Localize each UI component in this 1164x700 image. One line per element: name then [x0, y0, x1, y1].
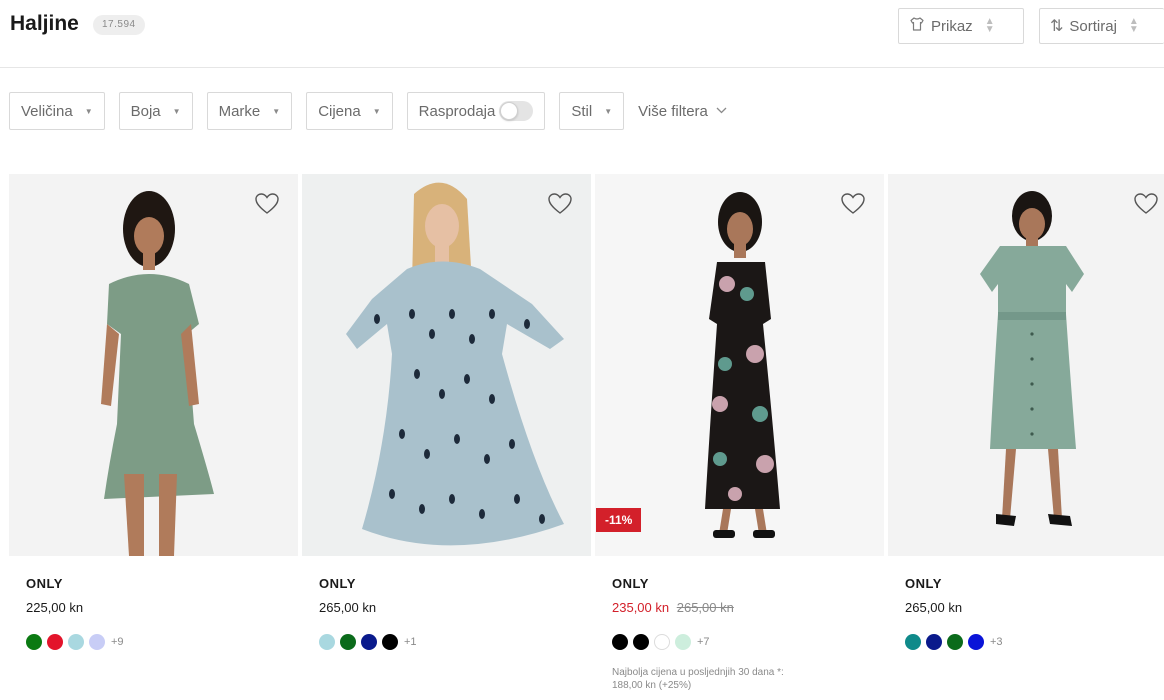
color-swatch[interactable] [947, 634, 963, 650]
color-swatch[interactable] [654, 634, 670, 650]
color-swatch[interactable] [319, 634, 335, 650]
wishlist-heart-icon[interactable] [254, 192, 280, 216]
sale-toggle[interactable] [499, 101, 534, 121]
original-price: 265,00 kn [676, 600, 734, 615]
view-button[interactable]: Prikaz ▲ ▼ [898, 8, 1024, 44]
more-colors-count[interactable]: +1 [404, 636, 417, 648]
caret-down-icon: ▼ [372, 106, 381, 116]
filter-bar: Veličina ▼ Boja ▼ Marke ▼ Cijena ▼ Raspr… [9, 92, 727, 130]
color-swatch[interactable] [905, 634, 921, 650]
product-grid: ONLY 225,00 kn +9 ONLY 265,00 kn +1 -11%… [9, 174, 1164, 700]
page-title: Haljine [10, 12, 79, 35]
shirt-icon [909, 16, 925, 37]
color-swatch[interactable] [633, 634, 649, 650]
product-image[interactable]: -11% [595, 174, 884, 556]
product-card[interactable]: -11% ONLY 235,00 kn 265,00 kn +7 Najbolj… [595, 174, 884, 700]
product-image[interactable] [888, 174, 1164, 556]
color-swatches: +9 [26, 634, 298, 650]
product-brand: ONLY [905, 576, 942, 591]
caret-down-icon: ▼ [84, 106, 93, 116]
toggle-knob [500, 102, 519, 120]
filter-size[interactable]: Veličina ▼ [9, 92, 105, 130]
color-swatches: +1 [319, 634, 591, 650]
wishlist-heart-icon[interactable] [1133, 192, 1159, 216]
filter-color[interactable]: Boja ▼ [118, 92, 193, 130]
color-swatch[interactable] [382, 634, 398, 650]
more-colors-count[interactable]: +7 [697, 636, 710, 648]
wishlist-heart-icon[interactable] [840, 192, 866, 216]
page-header: Haljine 17.594 Prikaz ▲ ▼ ⇅ Sortiraj ▲ ▼ [0, 0, 1164, 68]
filter-brands-label: Marke [218, 102, 261, 120]
result-count-badge: 17.594 [93, 15, 145, 35]
sale-price: 235,00 kn [612, 600, 670, 615]
filter-style-label: Stil [571, 102, 593, 120]
price-value: 265,00 kn [319, 600, 377, 615]
select-arrows-icon: ▲ ▼ [1128, 16, 1139, 35]
product-brand: ONLY [612, 576, 649, 591]
filter-style[interactable]: Stil ▼ [559, 92, 625, 130]
product-card[interactable]: ONLY 265,00 kn +3 [888, 174, 1164, 700]
sort-button-label: Sortiraj [1069, 17, 1117, 35]
color-swatch[interactable] [361, 634, 377, 650]
more-filters-button[interactable]: Više filtera [638, 103, 727, 120]
sort-arrows-icon: ⇅ [1050, 18, 1064, 35]
lowest-price-note-line2: 188,00 kn (+25%) [612, 680, 692, 691]
color-swatch[interactable] [68, 634, 84, 650]
product-brand: ONLY [319, 576, 356, 591]
more-colors-count[interactable]: +9 [111, 636, 124, 648]
chevron-down-icon [716, 105, 727, 117]
wishlist-heart-icon[interactable] [547, 192, 573, 216]
filter-sale[interactable]: Rasprodaja [406, 92, 546, 130]
product-brand: ONLY [26, 576, 63, 591]
caret-down-icon: ▼ [604, 106, 613, 116]
product-price: 235,00 kn 265,00 kn [612, 600, 884, 615]
filter-brands[interactable]: Marke ▼ [206, 92, 293, 130]
filter-size-label: Veličina [21, 102, 73, 120]
more-filters-label: Više filtera [638, 102, 708, 120]
view-button-label: Prikaz [931, 17, 973, 35]
color-swatch[interactable] [26, 634, 42, 650]
color-swatch[interactable] [675, 634, 691, 650]
filter-color-label: Boja [130, 102, 161, 120]
sort-button[interactable]: ⇅ Sortiraj ▲ ▼ [1039, 8, 1164, 44]
product-info: ONLY 235,00 kn 265,00 kn +7 Najbolja cij… [595, 556, 884, 692]
product-price: 265,00 kn [905, 600, 1164, 615]
color-swatch[interactable] [968, 634, 984, 650]
product-info: ONLY 265,00 kn +1 [302, 556, 591, 650]
color-swatch[interactable] [47, 634, 63, 650]
lowest-price-note-line1: Najbolja cijena u posljednjih 30 dana *: [612, 667, 784, 678]
discount-badge: -11% [596, 508, 642, 532]
color-swatch[interactable] [612, 634, 628, 650]
color-swatches: +7 [612, 634, 884, 650]
color-swatch[interactable] [89, 634, 105, 650]
product-card[interactable]: ONLY 265,00 kn +1 [302, 174, 591, 700]
color-swatches: +3 [905, 634, 1164, 650]
select-arrows-icon: ▲ ▼ [984, 16, 995, 35]
caret-down-icon: ▼ [272, 106, 281, 116]
product-price: 225,00 kn [26, 600, 298, 615]
product-info: ONLY 265,00 kn +3 [888, 556, 1164, 650]
lowest-price-note: Najbolja cijena u posljednjih 30 dana *:… [612, 666, 884, 692]
more-colors-count[interactable]: +3 [990, 636, 1003, 648]
caret-down-icon: ▼ [172, 106, 181, 116]
filter-price[interactable]: Cijena ▼ [306, 92, 393, 130]
product-price: 265,00 kn [319, 600, 591, 615]
product-image[interactable] [302, 174, 591, 556]
product-image[interactable] [9, 174, 298, 556]
color-swatch[interactable] [926, 634, 942, 650]
filter-price-label: Cijena [318, 102, 361, 120]
price-value: 265,00 kn [905, 600, 963, 615]
color-swatch[interactable] [340, 634, 356, 650]
filter-sale-label: Rasprodaja [418, 102, 496, 120]
price-value: 225,00 kn [26, 600, 84, 615]
product-info: ONLY 225,00 kn +9 [9, 556, 298, 650]
product-card[interactable]: ONLY 225,00 kn +9 [9, 174, 298, 700]
